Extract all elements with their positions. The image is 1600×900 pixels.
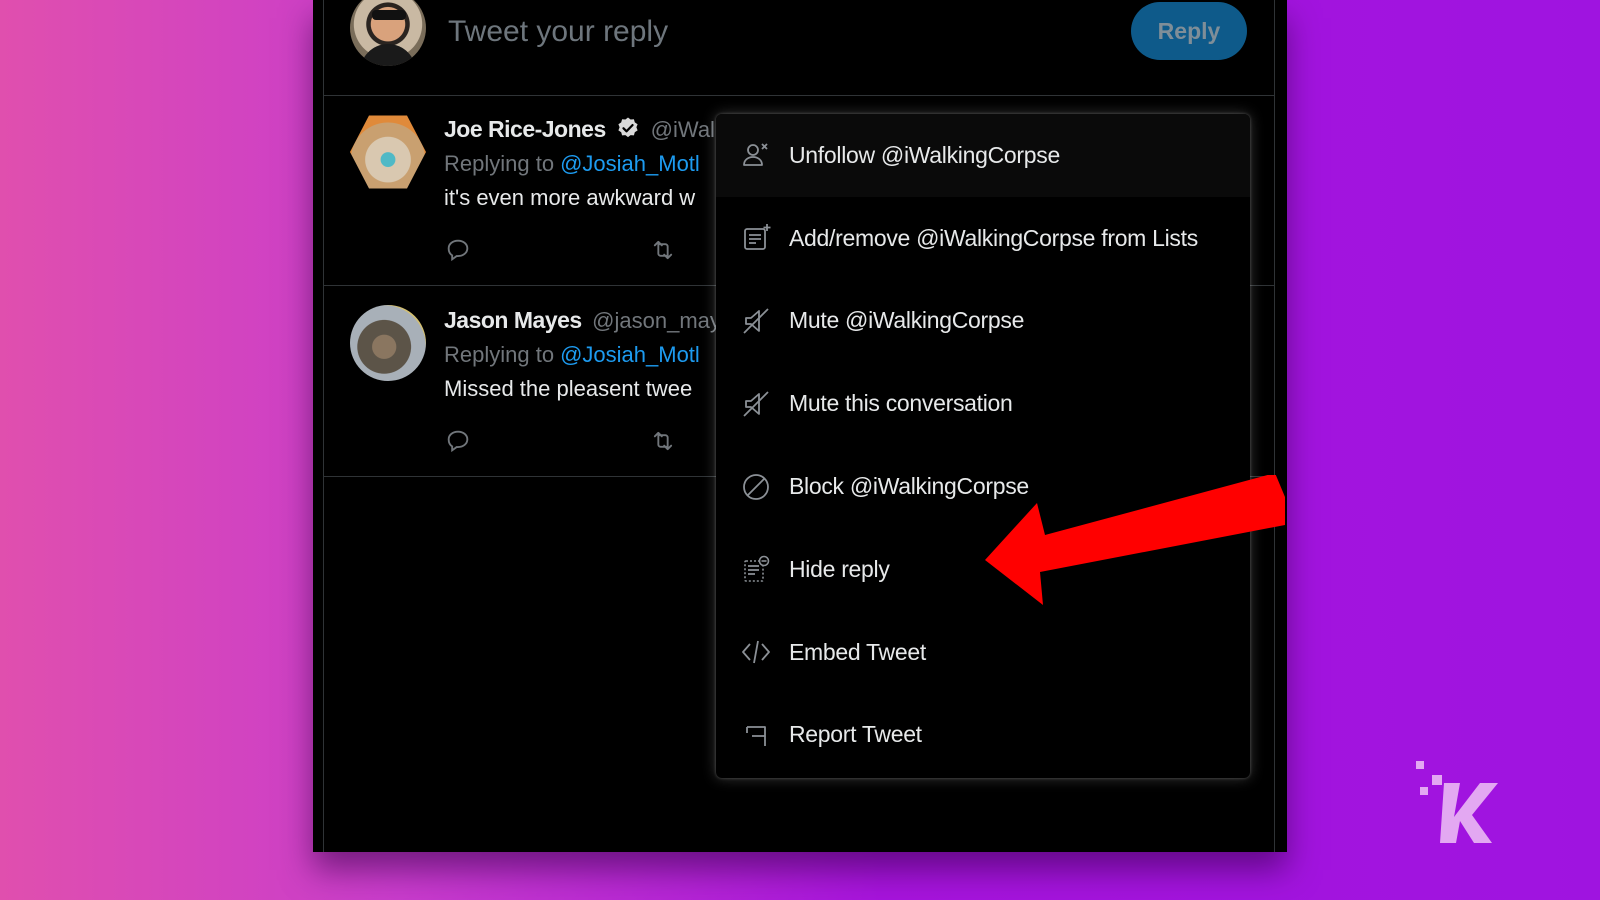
verified-badge-icon	[618, 117, 638, 138]
hide-reply-icon	[740, 553, 772, 585]
tweet-actions	[444, 236, 744, 266]
menu-label: Report Tweet	[789, 721, 922, 748]
menu-item-report[interactable]: Report Tweet	[716, 694, 1250, 777]
menu-label: Unfollow @iWalkingCorpse	[789, 141, 1060, 168]
tweet-body: Jason Mayes @jason_may Replying to @Josia…	[444, 307, 744, 402]
avatar-sunglasses	[372, 10, 406, 20]
retweet-icon	[653, 431, 673, 451]
comment-icon	[447, 430, 469, 453]
red-arrow-annotation	[985, 475, 1285, 605]
unfollow-user-icon	[740, 139, 772, 171]
author-name[interactable]: Jason Mayes	[444, 307, 582, 333]
retweet-action[interactable]	[649, 236, 679, 266]
retweet-action[interactable]	[649, 427, 679, 457]
mention-link[interactable]: @Josiah_Motl	[560, 342, 700, 367]
reply-button[interactable]: Reply	[1131, 2, 1247, 60]
author-avatar[interactable]	[350, 115, 426, 189]
tweet-text: Missed the pleasent twee	[444, 376, 693, 401]
tweet-text: it's even more awkward w	[444, 185, 696, 210]
menu-item-mute-conversation[interactable]: Mute this conversation	[716, 362, 1250, 445]
replying-to-label: Replying to	[444, 151, 555, 176]
comment-icon	[447, 239, 469, 262]
replying-to-label: Replying to	[444, 342, 555, 367]
menu-label: Mute this conversation	[789, 390, 1013, 417]
embed-code-icon	[740, 636, 772, 668]
reply-action[interactable]	[444, 236, 474, 266]
menu-item-lists[interactable]: Add/remove @iWalkingCorpse from Lists	[716, 197, 1250, 280]
author-name[interactable]: Joe Rice-Jones	[444, 116, 606, 142]
avatar-shirt	[360, 44, 416, 66]
knowtechie-logo-icon	[1416, 761, 1498, 843]
user-avatar[interactable]	[350, 0, 426, 66]
author-handle: @jason_may	[592, 308, 721, 333]
menu-label: Mute @iWalkingCorpse	[789, 307, 1025, 334]
menu-item-embed[interactable]: Embed Tweet	[716, 611, 1250, 694]
tweet-options-menu: Unfollow @iWalkingCorpse Add/remove @iWa…	[716, 114, 1250, 778]
tweet-actions	[444, 427, 744, 457]
author-avatar[interactable]	[350, 305, 426, 381]
retweet-icon	[653, 240, 673, 260]
menu-label: Embed Tweet	[789, 638, 926, 665]
author-handle: @iWal	[650, 117, 715, 142]
reply-composer: Reply	[324, 0, 1274, 96]
report-flag-icon	[740, 719, 772, 751]
menu-label: Add/remove @iWalkingCorpse from Lists	[789, 224, 1198, 251]
arrow-shape	[985, 475, 1285, 605]
add-to-list-icon	[740, 222, 772, 254]
tweet-body: Joe Rice-Jones @iWal Replying to @Josiah_…	[444, 116, 744, 211]
mention-link[interactable]: @Josiah_Motl	[560, 151, 700, 176]
menu-item-mute-user[interactable]: Mute @iWalkingCorpse	[716, 280, 1250, 363]
reply-action[interactable]	[444, 427, 474, 457]
mute-icon	[740, 305, 772, 337]
menu-item-unfollow[interactable]: Unfollow @iWalkingCorpse	[716, 114, 1250, 197]
reply-input[interactable]	[448, 12, 1088, 52]
block-icon	[740, 471, 772, 503]
menu-label: Hide reply	[789, 555, 890, 582]
mute-conversation-icon	[740, 388, 772, 420]
